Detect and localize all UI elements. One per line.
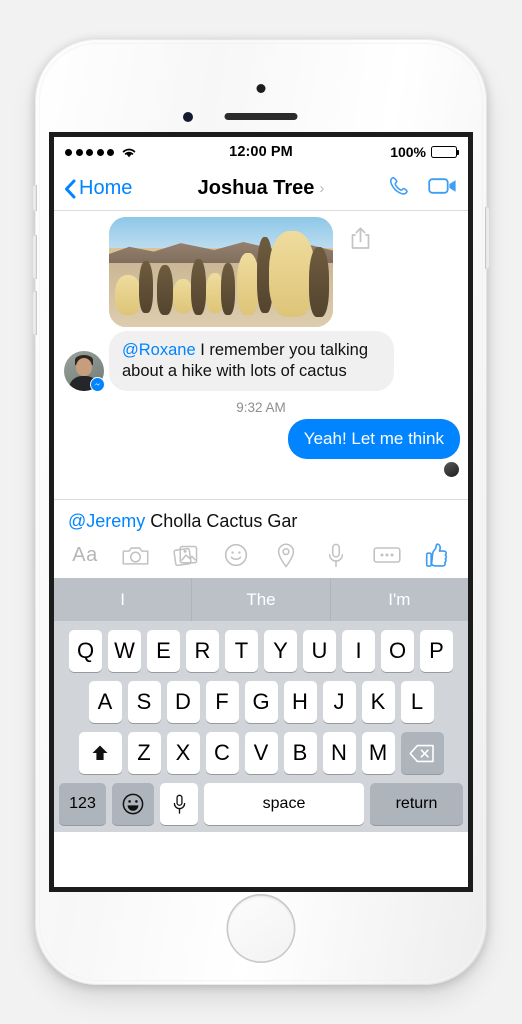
text-format-icon[interactable]: Aa xyxy=(70,541,100,569)
volume-down-button[interactable] xyxy=(33,291,37,335)
prediction-1[interactable]: I xyxy=(54,578,191,621)
key-x[interactable]: X xyxy=(166,732,200,774)
mention-roxane[interactable]: @Roxane xyxy=(122,341,196,359)
phone-call-icon[interactable] xyxy=(387,174,412,204)
video-call-icon[interactable] xyxy=(428,175,458,202)
page-title: Joshua Tree xyxy=(197,177,315,199)
message-thread[interactable]: @Roxane I remember you talking about a h… xyxy=(54,211,468,499)
read-receipt-avatar xyxy=(444,462,459,477)
key-o[interactable]: O xyxy=(381,630,414,672)
keyboard-row-2: A S D F G H J K L xyxy=(54,681,468,723)
key-t[interactable]: T xyxy=(225,630,258,672)
key-k[interactable]: K xyxy=(361,681,395,723)
microphone-icon xyxy=(173,794,185,814)
emoji-key[interactable] xyxy=(112,783,154,825)
key-p[interactable]: P xyxy=(420,630,453,672)
thumbs-up-icon[interactable] xyxy=(422,541,452,569)
status-bar: 12:00 PM 100% xyxy=(54,137,468,167)
sticker-smiley-icon[interactable] xyxy=(221,541,251,569)
key-e[interactable]: E xyxy=(147,630,180,672)
photo-message-attachment[interactable] xyxy=(109,217,333,327)
key-q[interactable]: Q xyxy=(69,630,102,672)
key-i[interactable]: I xyxy=(342,630,375,672)
emoji-face-icon xyxy=(122,793,144,815)
more-options-icon[interactable] xyxy=(372,541,402,569)
key-r[interactable]: R xyxy=(186,630,219,672)
back-button-label: Home xyxy=(79,177,133,199)
phone-screen: 12:00 PM 100% Home Joshua Tree › @Roxane… xyxy=(54,137,468,887)
messenger-badge-icon xyxy=(90,377,105,392)
key-n[interactable]: N xyxy=(322,732,356,774)
composer-toolbar: Aa xyxy=(54,539,468,578)
key-y[interactable]: Y xyxy=(264,630,297,672)
phone-device: 12:00 PM 100% Home Joshua Tree › @Roxane… xyxy=(33,39,489,985)
photo-message-row xyxy=(54,211,468,327)
key-d[interactable]: D xyxy=(166,681,200,723)
prediction-2[interactable]: The xyxy=(191,578,329,621)
nav-actions xyxy=(387,174,458,204)
signal-strength-icon xyxy=(65,148,114,156)
camera-icon[interactable] xyxy=(120,541,150,569)
key-z[interactable]: Z xyxy=(127,732,161,774)
key-l[interactable]: L xyxy=(400,681,434,723)
shift-key[interactable] xyxy=(78,732,122,774)
microphone-icon[interactable] xyxy=(321,541,351,569)
key-g[interactable]: G xyxy=(244,681,278,723)
backspace-key[interactable] xyxy=(400,732,444,774)
key-v[interactable]: V xyxy=(244,732,278,774)
share-icon[interactable] xyxy=(343,221,377,255)
return-key[interactable]: return xyxy=(370,783,463,825)
outgoing-message-bubble[interactable]: Yeah! Let me think xyxy=(287,419,460,459)
backspace-icon xyxy=(409,744,434,762)
photo-library-icon[interactable] xyxy=(171,541,201,569)
message-composer: @Jeremy Cholla Cactus Gar Aa xyxy=(54,499,468,578)
chevron-right-icon: › xyxy=(319,180,325,197)
outgoing-message-row: Yeah! Let me think xyxy=(54,419,468,459)
key-a[interactable]: A xyxy=(88,681,122,723)
composer-input-text: Cholla Cactus Gar xyxy=(145,511,298,531)
back-to-home-button[interactable]: Home xyxy=(64,177,132,200)
key-b[interactable]: B xyxy=(283,732,317,774)
chevron-left-icon xyxy=(65,179,76,198)
keyboard-row-3: Z X C V B N M xyxy=(54,732,468,774)
earpiece-speaker xyxy=(224,113,298,120)
keyboard-row-1: Q W E R T Y U I O P xyxy=(54,630,468,672)
keyboard-row-4: 123 space return xyxy=(54,783,468,832)
avatar[interactable] xyxy=(64,351,105,392)
proximity-sensor xyxy=(183,112,193,122)
message-input[interactable]: @Jeremy Cholla Cactus Gar xyxy=(54,500,468,539)
key-h[interactable]: H xyxy=(283,681,317,723)
status-right-group: 100% xyxy=(390,144,460,160)
location-pin-icon[interactable] xyxy=(271,541,301,569)
dictation-key[interactable] xyxy=(160,783,198,825)
prediction-3[interactable]: I'm xyxy=(329,578,468,621)
shift-arrow-icon xyxy=(92,745,108,760)
volume-up-button[interactable] xyxy=(33,235,37,279)
key-m[interactable]: M xyxy=(361,732,395,774)
space-key[interactable]: space xyxy=(204,783,364,825)
message-timestamp: 9:32 AM xyxy=(236,400,286,415)
home-button[interactable] xyxy=(226,894,296,963)
key-f[interactable]: F xyxy=(205,681,239,723)
predictive-text-bar: I The I'm xyxy=(54,578,468,621)
battery-percent: 100% xyxy=(390,144,426,160)
power-button[interactable] xyxy=(485,207,489,269)
key-s[interactable]: S xyxy=(127,681,161,723)
key-u[interactable]: U xyxy=(303,630,336,672)
incoming-message-row: @Roxane I remember you talking about a h… xyxy=(54,327,468,392)
mention-jeremy: @Jeremy xyxy=(68,511,146,531)
silent-switch[interactable] xyxy=(33,185,37,211)
key-w[interactable]: W xyxy=(108,630,141,672)
wifi-icon xyxy=(121,146,137,158)
front-camera xyxy=(256,84,266,93)
key-j[interactable]: J xyxy=(322,681,356,723)
on-screen-keyboard: I The I'm Q W E R T Y U I O P A S D F G … xyxy=(54,578,468,832)
incoming-message-bubble[interactable]: @Roxane I remember you talking about a h… xyxy=(109,331,394,391)
battery-icon xyxy=(431,146,460,158)
numeric-key[interactable]: 123 xyxy=(59,783,106,825)
key-c[interactable]: C xyxy=(205,732,239,774)
navigation-bar: Home Joshua Tree › xyxy=(54,167,468,211)
